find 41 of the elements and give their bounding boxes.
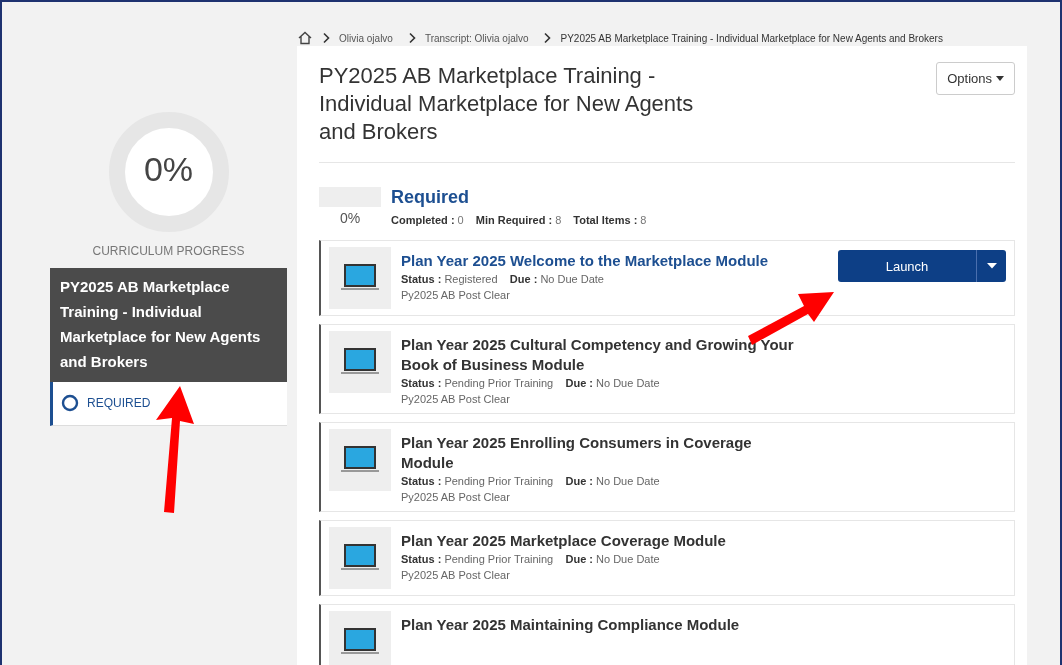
- section-label: REQUIRED: [87, 396, 151, 410]
- training-title: Plan Year 2025 Cultural Competency and Growing Your Book of Business Module: [401, 335, 795, 375]
- circle-icon: [61, 394, 79, 412]
- progress-percent: 0%: [142, 150, 195, 189]
- progress-label: CURRICULUM PROGRESS: [92, 244, 245, 258]
- progress-percent: 0%: [339, 210, 361, 226]
- stat-text: Min Required : 8: [475, 214, 562, 226]
- status-text: Status : Pending Prior Training Due : No Due Date: [401, 474, 661, 489]
- laptop-icon: [329, 527, 391, 589]
- home-icon[interactable]: [297, 30, 313, 46]
- section-heading: Required: [391, 187, 470, 208]
- tag-text: Py2025 AB Post Clear: [401, 490, 511, 505]
- laptop-icon: [329, 247, 391, 309]
- breadcrumb-link[interactable]: Transcript: Olivia ojalvo: [424, 32, 529, 44]
- chevron-icon: [542, 32, 553, 44]
- status-text: Status : Pending Prior Training Due : No Due Date: [401, 376, 661, 391]
- stat-text: Completed : 0: [391, 214, 464, 226]
- status-text: Status : Pending Prior Training Due : No Due Date: [401, 552, 661, 567]
- training-link[interactable]: Plan Year 2025 Welcome to the Marketplace Module: [401, 251, 828, 271]
- laptop-icon: [329, 429, 391, 491]
- tag-text: Py2025 AB Post Clear: [401, 288, 511, 303]
- chevron-icon: [321, 32, 331, 44]
- training-title: Plan Year 2025 Marketplace Coverage Module: [401, 531, 727, 551]
- caret-icon: [986, 263, 997, 269]
- breadcrumb-link[interactable]: Olivia ojalvo: [339, 32, 393, 44]
- caret-icon: [996, 75, 1004, 82]
- status-text: Status : Registered Due : No Due Date: [401, 272, 605, 287]
- laptop-icon: [329, 331, 391, 393]
- tag-text: Py2025 AB Post Clear: [401, 392, 511, 407]
- tag-text: Py2025 AB Post Clear: [401, 568, 511, 583]
- laptop-icon: [329, 611, 391, 665]
- options-button[interactable]: Options: [936, 62, 1015, 95]
- curriculum-title: PY2025 AB Marketplace Training - Individual Marketplace for New Agents and Brokers: [50, 268, 287, 382]
- page-title: PY2025 AB Marketplace Training - Individual Marketplace for New Agents and Brokers: [319, 62, 695, 146]
- breadcrumb-link[interactable]: PY2025 AB Marketplace Training - Individual Marketplace for New Agents and Brokers: [560, 32, 943, 44]
- section-item[interactable]: REQUIRED: [50, 382, 287, 426]
- launch-button[interactable]: Launch: [838, 250, 976, 282]
- dropdown-button[interactable]: [976, 250, 1006, 282]
- stat-text: Total Items : 8: [573, 214, 647, 226]
- training-title: Plan Year 2025 Maintaining Compliance Module: [401, 615, 741, 635]
- training-title: Plan Year 2025 Enrolling Consumers in Coverage Module: [401, 433, 753, 473]
